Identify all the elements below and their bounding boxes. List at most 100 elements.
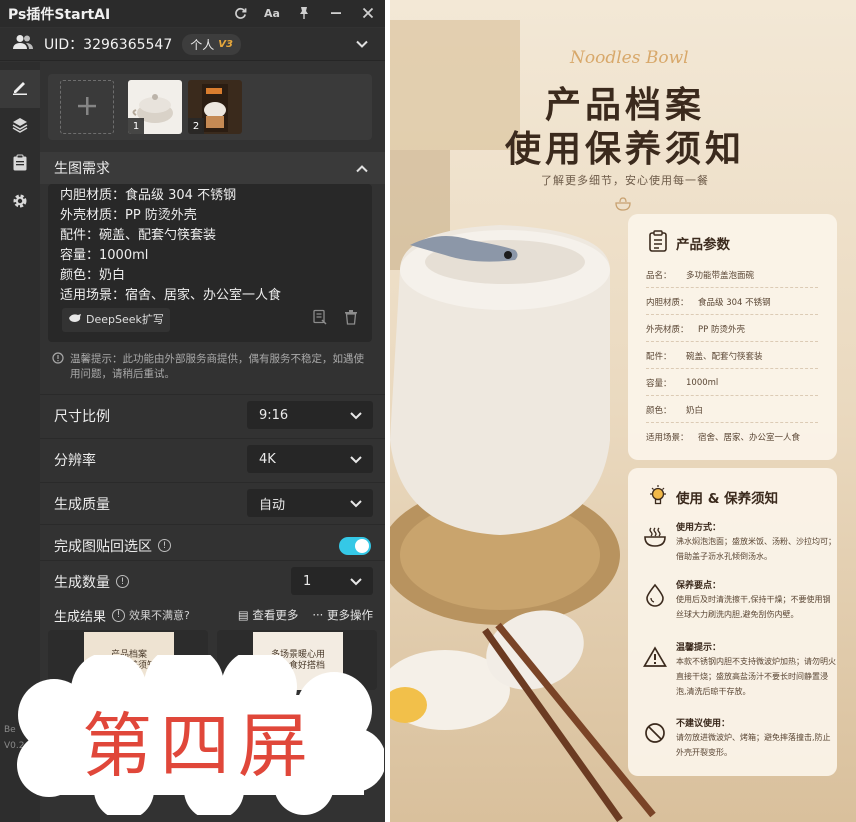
param-key: 外壳材质： <box>646 324 689 335</box>
care-item-body: 使用后及时清洗擦干,保持干燥；不要使用钢丝球大力刷洗内胆,避免刮伤内壁。 <box>676 595 831 619</box>
param-key: 颜色： <box>646 405 672 416</box>
water-drop-icon <box>642 582 668 608</box>
chevron-down-icon[interactable] <box>355 36 369 55</box>
resolution-select[interactable]: 4K <box>247 445 373 473</box>
requirements-textarea[interactable]: 内胆材质：食品级 304 不锈钢 外壳材质：PP 防烫外壳 配件：碗盖、配套勺筷… <box>48 184 372 342</box>
window-title: Ps插件StartAI <box>8 6 111 23</box>
requirement-line: 容量：1000ml <box>60 248 149 263</box>
requirement-line: 颜色：奶白 <box>60 268 126 283</box>
gallery-icon: ▤ <box>237 608 253 622</box>
requirements-header[interactable]: 生图需求 <box>40 152 385 184</box>
requirement-line: 适用场景：宿舍、居家、办公室一人食 <box>60 288 282 303</box>
info-icon[interactable]: ! <box>116 575 129 588</box>
tier-label: 个人 <box>190 37 215 52</box>
service-hint: 温馨提示：此功能由外部服务商提供，偶有服务不稳定，如遇使用问题，请稍后重试。 <box>52 352 374 382</box>
param-key: 适用场景： <box>646 433 689 443</box>
view-more-button[interactable]: ▤ 查看更多 <box>238 607 299 623</box>
deepseek-expand-button[interactable]: DeepSeek扩写 <box>62 308 170 332</box>
ellipsis-icon: ··· <box>312 608 327 622</box>
resolution-label: 分辨率 <box>54 452 96 469</box>
reference-image-uploader: 1 2 <box>48 74 372 140</box>
info-icon <box>52 352 64 382</box>
more-actions-label: 更多操作 <box>327 608 373 622</box>
param-key: 容量： <box>646 378 672 389</box>
pin-icon[interactable] <box>295 4 313 22</box>
care-card-header: 使用 & 保养须知 <box>648 484 778 510</box>
reference-thumb-1[interactable]: 1 <box>128 80 182 134</box>
info-icon: ! <box>112 608 126 622</box>
param-value: PP 防烫外壳 <box>698 324 745 335</box>
ratio-label: 尺寸比例 <box>54 408 110 425</box>
refresh-icon[interactable] <box>231 4 249 22</box>
resolution-row: 分辨率 4K <box>40 438 385 480</box>
param-key: 配件： <box>646 351 672 362</box>
count-label: 生成数量 <box>54 574 110 591</box>
care-title: 使用 & 保养须知 <box>676 491 779 507</box>
param-row: 外壳材质： PP 防烫外壳 <box>646 316 818 342</box>
clipboard-icon <box>648 230 668 256</box>
param-value: 宿舍、居家、办公室一人食 <box>698 433 801 443</box>
poster-subtitle: 了解更多细节，安心使用每一餐 <box>541 174 709 187</box>
chevron-down-icon <box>349 452 363 470</box>
trash-icon[interactable] <box>344 309 358 332</box>
add-image-button[interactable] <box>60 80 114 134</box>
gear-icon <box>11 192 29 214</box>
care-item-title: 使用方式： <box>676 523 722 533</box>
nav-layers[interactable] <box>0 108 40 146</box>
paste-back-toggle[interactable] <box>339 537 371 555</box>
count-select[interactable]: 1 <box>291 567 373 595</box>
results-bar: 生成结果 ! 效果不满意? ▤ 查看更多 ··· 更多操作 <box>40 600 385 630</box>
close-icon[interactable] <box>359 4 377 22</box>
paste-back-label: 完成图贴回选区 <box>54 538 152 555</box>
user-bar[interactable]: UID：3296365547 个人 V3 <box>0 28 385 61</box>
whale-icon <box>68 310 82 330</box>
nav-generate[interactable] <box>0 70 40 108</box>
poster-brand: Noodles Bowl <box>570 48 689 68</box>
param-row: 适用场景： 宿舍、居家、办公室一人食 <box>646 424 818 450</box>
param-value: 多功能带盖泡面碗 <box>686 270 755 281</box>
minimize-icon[interactable] <box>327 4 345 22</box>
ratio-row: 尺寸比例 9:16 <box>40 394 385 436</box>
quality-select[interactable]: 自动 <box>247 489 373 517</box>
unsatisfied-link[interactable]: 效果不满意? <box>129 607 190 623</box>
quality-value: 自动 <box>259 497 286 513</box>
chevron-up-icon[interactable] <box>355 162 369 180</box>
hint-text: 温馨提示：此功能由外部服务商提供，偶有服务不稳定，如遇使用问题，请稍后重试。 <box>70 353 364 380</box>
care-item-body: 沸水焖泡泡面；盛放米饭、汤粉、沙拉均可；借助盖子沥水孔倾倒汤水。 <box>676 537 836 561</box>
ratio-select[interactable]: 9:16 <box>247 401 373 429</box>
thumb-index: 2 <box>188 118 204 134</box>
uid-text: UID：3296365547 <box>44 37 173 53</box>
thumb-index: 1 <box>128 118 144 134</box>
font-size-icon[interactable]: Aa <box>263 4 281 22</box>
chevron-down-icon <box>349 574 363 592</box>
chevron-down-icon <box>349 408 363 426</box>
params-title: 产品参数 <box>676 237 730 253</box>
deepseek-label: DeepSeek扩写 <box>86 313 164 326</box>
params-card-header: 产品参数 <box>648 230 730 256</box>
care-item-title: 温馨提示： <box>676 643 722 653</box>
param-key: 品名： <box>646 270 672 281</box>
view-more-label: 查看更多 <box>252 608 299 622</box>
nav-settings[interactable] <box>0 184 40 222</box>
overlay-caption: 第四屏 <box>82 704 316 787</box>
bowl-steam-icon <box>642 524 668 550</box>
nav-history[interactable] <box>0 146 40 184</box>
template-icon[interactable] <box>312 309 328 332</box>
requirements-title: 生图需求 <box>54 161 110 177</box>
param-value: 食品级 304 不锈钢 <box>698 297 771 308</box>
title-bar: Ps插件StartAI Aa <box>0 0 385 27</box>
params-card: 产品参数 品名： 多功能带盖泡面碗 内胆材质： 食品级 304 不锈钢 外壳材质： P… <box>628 214 837 460</box>
pencil-icon <box>11 78 29 100</box>
care-item-body: 本款不锈钢内胆不支持微波炉加热；请勿明火直接干烧；盛放高盐汤汁不要长时间静置浸泡… <box>676 657 836 696</box>
tier-version: V3 <box>218 38 233 50</box>
reference-thumb-2[interactable]: 2 <box>188 80 242 134</box>
info-icon[interactable]: ! <box>158 539 171 552</box>
lightbulb-icon <box>648 484 668 510</box>
param-row: 品名： 多功能带盖泡面碗 <box>646 262 818 288</box>
care-card: 使用 & 保养须知 使用方式： 沸水焖泡泡面；盛放米饭、汤粉、沙拉均可；借助盖子… <box>628 468 837 776</box>
plus-icon <box>76 90 98 125</box>
clipboard-icon <box>12 154 28 176</box>
param-row: 容量： 1000ml <box>646 370 818 396</box>
more-actions-button[interactable]: ··· 更多操作 <box>312 607 373 623</box>
param-value: 1000ml <box>686 377 719 388</box>
